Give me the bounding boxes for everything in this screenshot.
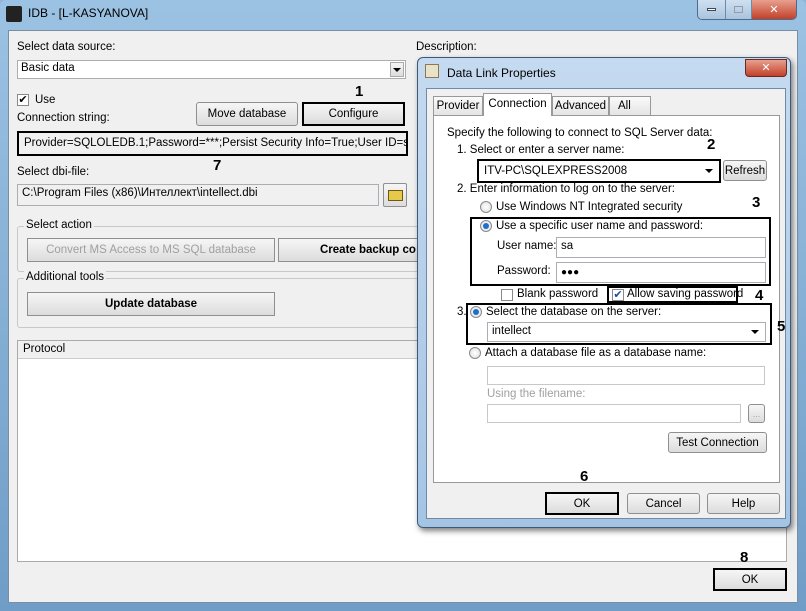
dialog-help-button[interactable]: Help (707, 493, 780, 514)
username-input[interactable]: sa (556, 237, 766, 258)
refresh-button[interactable]: Refresh (723, 160, 767, 181)
dropdown-button[interactable] (390, 62, 404, 77)
close-icon: ✕ (761, 61, 771, 74)
check-icon: ✔ (18, 93, 28, 106)
step1-label: 1. Select or enter a server name: (457, 144, 625, 156)
minimize-button[interactable] (698, 0, 726, 19)
tab-advanced[interactable]: Advanced (552, 96, 609, 116)
dialog-ok-button[interactable]: OK (545, 492, 619, 515)
specific-auth-label: Use a specific user name and password: (496, 220, 704, 232)
data-source-select[interactable]: Basic data (17, 60, 406, 79)
filename-input[interactable] (487, 404, 741, 423)
attach-db-name-input[interactable] (487, 366, 765, 385)
convert-button[interactable]: Convert MS Access to MS SQL database (27, 238, 275, 262)
annotation-7: 7 (213, 157, 222, 174)
password-input[interactable]: ●●● (556, 262, 766, 283)
create-backup-button[interactable]: Create backup co (278, 238, 438, 262)
data-source-label: Select data source: (17, 41, 116, 53)
close-icon: ✕ (769, 3, 779, 16)
select-database-radio[interactable] (470, 306, 482, 318)
configure-button[interactable]: Configure (302, 102, 405, 126)
chevron-down-icon (751, 330, 759, 334)
annotation-6: 6 (580, 468, 589, 485)
windows-auth-radio[interactable] (480, 201, 492, 213)
close-button[interactable]: ✕ (752, 0, 796, 19)
additional-tools-label: Additional tools (24, 271, 106, 283)
tab-connection[interactable]: Connection (483, 93, 552, 116)
step2-label: 2. Enter information to log on to the se… (457, 183, 675, 195)
attach-db-radio[interactable] (469, 347, 481, 359)
update-database-button[interactable]: Update database (27, 292, 275, 316)
annotation-2: 2 (707, 136, 716, 153)
use-label: Use (35, 94, 56, 106)
minimize-icon (707, 8, 716, 11)
dialog-icon (425, 64, 439, 78)
specific-auth-radio[interactable] (480, 220, 492, 232)
window-title: IDB - [L-KASYANOVA] (28, 6, 149, 20)
blank-password-label: Blank password (517, 288, 599, 300)
main-ok-button[interactable]: OK (713, 568, 787, 591)
move-database-button[interactable]: Move database (196, 102, 298, 126)
allow-saving-label: Allow saving password (627, 288, 744, 300)
test-connection-button[interactable]: Test Connection (668, 432, 767, 453)
windows-auth-label: Use Windows NT Integrated security (496, 201, 683, 213)
intro-text: Specify the following to connect to SQL … (447, 127, 713, 139)
blank-password-checkbox[interactable] (501, 289, 513, 301)
select-action-label: Select action (24, 219, 94, 231)
dbi-file-label: Select dbi-file: (17, 166, 90, 178)
annotation-1: 1 (355, 83, 364, 100)
description-label: Description: (416, 41, 477, 53)
dialog-cancel-button[interactable]: Cancel (627, 493, 700, 514)
annotation-4: 4 (755, 287, 764, 304)
database-value: intellect (492, 325, 531, 337)
annotation-3: 3 (752, 194, 761, 211)
attach-db-label: Attach a database file as a database nam… (485, 347, 707, 359)
select-database-label: Select the database on the server: (486, 306, 662, 318)
annotation-5: 5 (777, 318, 786, 335)
database-select[interactable]: intellect (487, 322, 766, 342)
browse-dbi-button[interactable] (383, 183, 407, 207)
chevron-down-icon (393, 67, 401, 72)
server-name-select[interactable]: ITV-PC\SQLEXPRESS2008 (477, 159, 721, 183)
password-label: Password: (497, 265, 551, 277)
dialog-close-button[interactable]: ✕ (745, 59, 787, 77)
allow-saving-checkbox[interactable]: ✔ (612, 289, 624, 301)
dialog-title: Data Link Properties (447, 66, 556, 80)
data-source-value: Basic data (21, 62, 75, 74)
tab-provider[interactable]: Provider (433, 96, 483, 116)
server-name-value: ITV-PC\SQLEXPRESS2008 (484, 165, 628, 177)
using-filename-label: Using the filename: (487, 388, 586, 400)
username-label: User name: (497, 240, 557, 252)
maximize-button[interactable] (726, 0, 752, 19)
dbi-file-field[interactable]: C:\Program Files (x86)\Интеллект\intelle… (17, 184, 379, 206)
folder-open-icon (387, 189, 403, 201)
check-icon: ✔ (613, 288, 623, 301)
app-icon (6, 6, 22, 22)
maximize-icon (734, 6, 743, 13)
connection-string-label: Connection string: (17, 112, 110, 124)
browse-file-button[interactable]: ... (748, 404, 765, 423)
tab-all[interactable]: All (609, 96, 651, 116)
annotation-8: 8 (740, 549, 749, 566)
connection-string-field[interactable]: Provider=SQLOLEDB.1;Password=***;Persist… (17, 131, 408, 156)
chevron-down-icon (705, 169, 713, 173)
use-checkbox[interactable]: ✔ (17, 94, 29, 106)
window-controls: ✕ (697, 0, 797, 20)
